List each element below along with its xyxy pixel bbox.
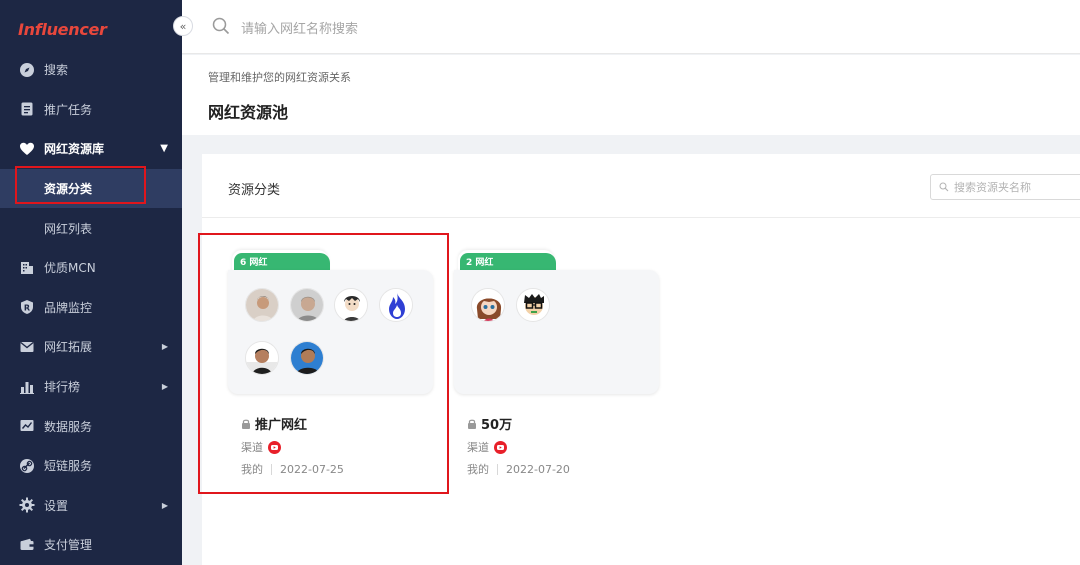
folder-meta: 我的 2022-07-20 [467, 461, 570, 477]
sidebar-item-label: 搜索 [44, 63, 69, 78]
caret-down-icon: ▼ [160, 143, 168, 155]
folder-channel: 渠道 [241, 439, 281, 455]
heart-icon [19, 141, 35, 157]
avatar[interactable] [471, 288, 505, 322]
sidebar-nav: 搜索 推广任务 网红资源库 ▼ 资源分类 网红列表 优质MCN R 品牌监控 网… [0, 50, 182, 565]
bar-chart-icon [19, 379, 35, 395]
youtube-icon [268, 440, 281, 454]
folder-channel: 渠道 [467, 439, 507, 455]
folder-name-text: 50万 [481, 418, 513, 433]
caret-right-icon: ▶ [161, 500, 168, 510]
folder-body [454, 270, 659, 394]
sidebar-item-short-link[interactable]: 短链服务 [0, 446, 182, 486]
folder-name-text: 推广网红 [255, 418, 308, 433]
caret-right-icon: ▶ [161, 342, 168, 352]
sidebar-item-label: 设置 [44, 498, 69, 513]
logo[interactable]: Influencer [18, 16, 107, 42]
created-date: 2022-07-20 [506, 462, 570, 476]
avatar[interactable] [334, 288, 368, 322]
sidebar: Influencer 搜索 推广任务 网红资源库 ▼ 资源分类 网红列表 优质M… [0, 0, 182, 565]
sidebar-item-data-service[interactable]: 数据服务 [0, 406, 182, 446]
owner-label: 我的 [241, 463, 263, 476]
topbar: 请输入网红名称搜索 [182, 0, 1080, 54]
divider [271, 463, 272, 475]
sidebar-subitem-label: 资源分类 [44, 182, 93, 197]
avatar[interactable] [378, 288, 413, 322]
influencer-count-badge: 6 网红 [234, 253, 330, 270]
line-chart-icon [19, 418, 35, 434]
search-icon [212, 17, 230, 35]
owner-label: 我的 [467, 463, 489, 476]
youtube-icon [494, 440, 507, 454]
mail-icon [19, 339, 35, 355]
document-icon [19, 101, 35, 117]
link-icon [19, 458, 35, 474]
panel-header: 资源分类 搜索资源夹名称 [202, 154, 1080, 218]
sidebar-item-mcn[interactable]: 优质MCN [0, 248, 182, 288]
sidebar-item-brand-monitor[interactable]: R 品牌监控 [0, 288, 182, 328]
resource-folder-card[interactable]: 2 网红 50万 渠道 我的 2022-07-20 [452, 250, 662, 510]
avatar[interactable] [289, 288, 324, 322]
avatar[interactable] [245, 341, 279, 375]
wallet-icon [19, 537, 35, 553]
avatar-grid [471, 288, 651, 341]
gear-icon [19, 497, 35, 513]
double-chevron-left-icon: « [179, 19, 187, 33]
sidebar-item-tasks[interactable]: 推广任务 [0, 90, 182, 130]
sidebar-item-label: 支付管理 [44, 538, 93, 553]
sidebar-item-label: 推广任务 [44, 102, 93, 117]
sidebar-item-label: 网红资源库 [44, 142, 105, 157]
svg-text:R: R [24, 304, 30, 313]
folder-name[interactable]: 50万 [467, 414, 512, 433]
panel-title: 资源分类 [228, 183, 281, 198]
created-date: 2022-07-25 [280, 462, 344, 476]
sidebar-item-expansion[interactable]: 网红拓展 ▶ [0, 327, 182, 367]
compass-icon [19, 62, 35, 78]
sidebar-item-settings[interactable]: 设置 ▶ [0, 486, 182, 526]
channel-label: 渠道 [241, 441, 263, 454]
page-header: 管理和维护您的网红资源关系 网红资源池 [182, 55, 1080, 135]
folder-meta: 我的 2022-07-25 [241, 461, 344, 477]
search-input[interactable]: 请输入网红名称搜索 [241, 18, 358, 37]
sidebar-subitem-resource-category[interactable]: 资源分类 [0, 168, 182, 209]
folder-search-placeholder: 搜索资源夹名称 [954, 181, 1031, 194]
collapse-sidebar-button[interactable]: « [173, 16, 193, 36]
sidebar-item-ranking[interactable]: 排行榜 ▶ [0, 367, 182, 407]
sidebar-subitem-label: 网红列表 [44, 221, 93, 236]
logo-text: Influencer [18, 19, 107, 39]
sidebar-item-payment[interactable]: 支付管理 [0, 525, 182, 565]
sidebar-item-label: 优质MCN [44, 261, 96, 276]
registered-icon: R [19, 299, 35, 315]
folder-name[interactable]: 推广网红 [241, 414, 307, 433]
sidebar-item-search[interactable]: 搜索 [0, 50, 182, 90]
sidebar-item-label: 网红拓展 [44, 340, 93, 355]
breadcrumb: 管理和维护您的网红资源关系 [208, 71, 351, 84]
divider [497, 463, 498, 475]
avatar-grid [245, 288, 425, 394]
avatar[interactable] [245, 288, 279, 322]
building-icon [19, 260, 35, 276]
sidebar-item-label: 数据服务 [44, 419, 93, 434]
search-icon [939, 182, 949, 192]
folder-body [228, 270, 433, 394]
sidebar-item-resource-library[interactable]: 网红资源库 ▼ [0, 129, 182, 169]
lock-icon [241, 418, 251, 429]
caret-right-icon: ▶ [161, 382, 168, 392]
avatar[interactable] [289, 341, 324, 375]
page-title: 网红资源池 [208, 103, 289, 122]
avatar[interactable] [515, 288, 550, 322]
resource-folder-card[interactable]: 6 网红 推广网红 渠道 我的 2022-07-25 [226, 250, 436, 510]
folder-search-input[interactable]: 搜索资源夹名称 [930, 174, 1080, 200]
sidebar-item-label: 短链服务 [44, 459, 93, 474]
lock-icon [467, 418, 477, 429]
sidebar-subitem-influencer-list[interactable]: 网红列表 [0, 208, 182, 248]
sidebar-item-label: 排行榜 [44, 380, 81, 395]
channel-label: 渠道 [467, 441, 489, 454]
sidebar-item-label: 品牌监控 [44, 300, 93, 315]
influencer-count-badge: 2 网红 [460, 253, 556, 270]
